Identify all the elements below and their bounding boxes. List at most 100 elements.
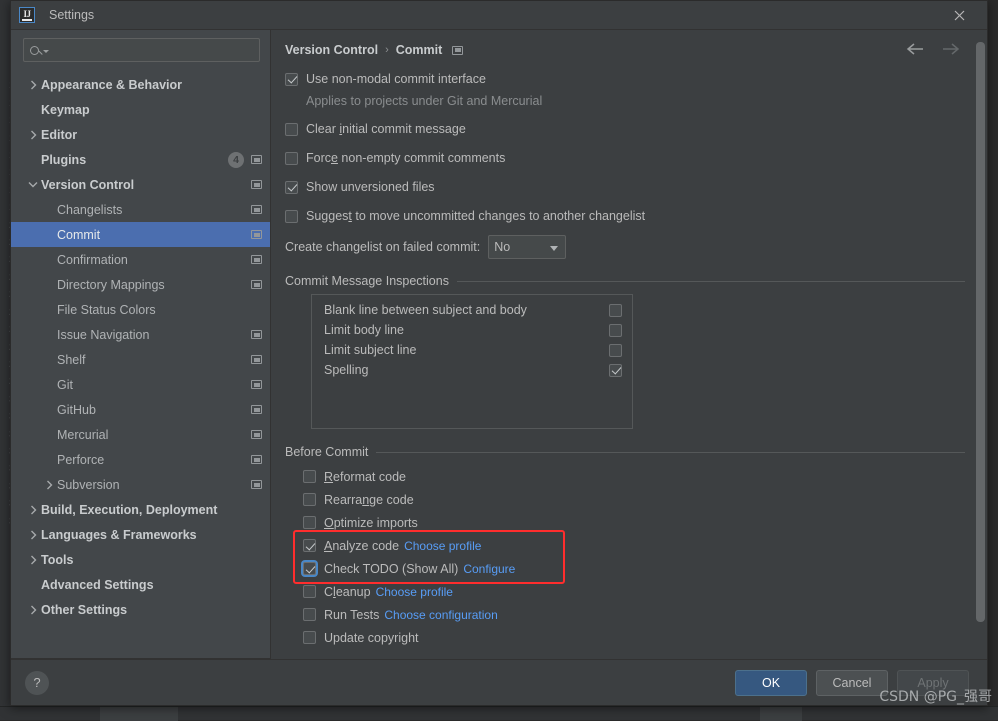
chevron-right-icon[interactable]: [25, 605, 41, 615]
link-choose-profile[interactable]: Choose profile: [404, 539, 481, 553]
link-choose-profile[interactable]: Choose profile: [376, 585, 453, 599]
scrollbar-thumb[interactable]: [976, 42, 985, 622]
sidebar-item-directory-mappings[interactable]: Directory Mappings: [11, 272, 270, 297]
arrow-right-icon[interactable]: [941, 39, 961, 59]
sidebar-item-shelf[interactable]: Shelf: [11, 347, 270, 372]
checkbox-cleanup[interactable]: [303, 585, 316, 598]
chevron-right-icon[interactable]: [25, 130, 41, 140]
inspection-row-spelling[interactable]: Spelling: [312, 360, 632, 380]
create-changelist-select[interactable]: No: [488, 235, 566, 259]
checkbox-row-use-non-modal-commit-interface[interactable]: Use non-modal commit interface: [285, 67, 965, 91]
checkbox-check-todo-show-all[interactable]: [303, 562, 316, 575]
sidebar-item-perforce[interactable]: Perforce: [11, 447, 270, 472]
commit-options-list: Use non-modal commit interfaceApplies to…: [285, 67, 965, 228]
sidebar-item-advanced-settings[interactable]: Advanced Settings: [11, 572, 270, 597]
arrow-left-icon[interactable]: [905, 39, 925, 59]
before-commit-row-cleanup[interactable]: CleanupChoose profile: [303, 580, 965, 603]
ok-button[interactable]: OK: [735, 670, 807, 696]
content-scrollbar[interactable]: [976, 34, 985, 655]
checkbox-row-show-unversioned-files[interactable]: Show unversioned files: [285, 175, 965, 199]
checkbox-run-tests[interactable]: [303, 608, 316, 621]
checkbox-use-non-modal-commit-interface[interactable]: [285, 73, 298, 86]
chevron-right-icon[interactable]: [25, 505, 41, 515]
inspection-row-blank-line-between-subject-and-body[interactable]: Blank line between subject and body: [312, 300, 632, 320]
sidebar-item-languages-frameworks[interactable]: Languages & Frameworks: [11, 522, 270, 547]
sidebar-item-label: GitHub: [57, 403, 96, 417]
breadcrumb-parent[interactable]: Version Control: [285, 43, 378, 57]
before-commit-row-analyze-code[interactable]: Analyze code Choose profile: [303, 534, 965, 557]
help-button[interactable]: ?: [25, 671, 49, 695]
checkbox-label: Clear initial commit message: [306, 122, 466, 136]
checkbox-show-unversioned-files[interactable]: [285, 181, 298, 194]
sidebar-item-github[interactable]: GitHub: [11, 397, 270, 422]
sidebar-item-confirmation[interactable]: Confirmation: [11, 247, 270, 272]
checkbox-force-non-empty-commit-comments[interactable]: [285, 152, 298, 165]
inspection-checkbox-limit-body-line[interactable]: [609, 324, 622, 337]
sidebar-item-mercurial[interactable]: Mercurial: [11, 422, 270, 447]
sidebar-item-other-settings[interactable]: Other Settings: [11, 597, 270, 622]
sidebar-item-git[interactable]: Git: [11, 372, 270, 397]
checkbox-clear-initial-commit-message[interactable]: [285, 123, 298, 136]
sidebar-item-commit[interactable]: Commit: [11, 222, 270, 247]
project-scope-icon: [251, 480, 262, 489]
sidebar-item-subversion[interactable]: Subversion: [11, 472, 270, 497]
cancel-button[interactable]: Cancel: [816, 670, 888, 696]
checkbox-row-clear-initial-commit-message[interactable]: Clear initial commit message: [285, 117, 965, 141]
sidebar-item-label: Build, Execution, Deployment: [41, 503, 217, 517]
search-box[interactable]: [23, 38, 260, 62]
checkbox-optimize-imports[interactable]: [303, 516, 316, 529]
before-commit-title: Before Commit: [285, 445, 368, 459]
inspection-name: Limit body line: [324, 323, 609, 337]
chevron-down-icon[interactable]: [25, 181, 41, 188]
project-scope-icon: [251, 405, 262, 414]
sidebar-item-tools[interactable]: Tools: [11, 547, 270, 572]
divider: [376, 452, 965, 453]
sidebar-item-version-control[interactable]: Version Control: [11, 172, 270, 197]
checkbox-row-force-non-empty-commit-comments[interactable]: Force non-empty commit comments: [285, 146, 965, 170]
settings-content-panel: Version Control › Commit Use non-m: [271, 30, 987, 659]
before-commit-row-optimize-imports[interactable]: Optimize imports: [303, 511, 965, 534]
sidebar-item-editor[interactable]: Editor: [11, 122, 270, 147]
checkbox-label: Analyze code: [324, 539, 399, 553]
sidebar-item-plugins[interactable]: Plugins4: [11, 147, 270, 172]
checkbox-analyze-code[interactable]: [303, 539, 316, 552]
project-scope-icon: [251, 455, 262, 464]
commit-message-inspections-group: Commit Message Inspections Blank line be…: [285, 274, 965, 429]
sidebar-item-label: Plugins: [41, 153, 86, 167]
sidebar-item-keymap[interactable]: Keymap: [11, 97, 270, 122]
checkbox-update-copyright[interactable]: [303, 631, 316, 644]
inspection-row-limit-body-line[interactable]: Limit body line: [312, 320, 632, 340]
link-choose-configuration[interactable]: Choose configuration: [384, 608, 497, 622]
close-icon[interactable]: [941, 1, 977, 30]
before-commit-row-rearrange-code[interactable]: Rearrange code: [303, 488, 965, 511]
link-configure[interactable]: Configure: [463, 562, 515, 576]
chevron-right-icon[interactable]: [25, 555, 41, 565]
before-commit-row-check-todo-show-all[interactable]: Check TODO (Show All)Configure: [303, 557, 965, 580]
checkbox-suggest-to-move-uncommitted-changes-to-another-changelist[interactable]: [285, 210, 298, 223]
inspection-row-limit-subject-line[interactable]: Limit subject line: [312, 340, 632, 360]
chevron-down-icon[interactable]: [43, 50, 49, 53]
before-commit-row-run-tests[interactable]: Run TestsChoose configuration: [303, 603, 965, 626]
inspection-checkbox-spelling[interactable]: [609, 364, 622, 377]
checkbox-reformat-code[interactable]: [303, 470, 316, 483]
chevron-right-icon[interactable]: [25, 530, 41, 540]
inspection-checkbox-blank-line-between-subject-and-body[interactable]: [609, 304, 622, 317]
chevron-right-icon[interactable]: [25, 80, 41, 90]
inspections-list[interactable]: Blank line between subject and body Limit…: [311, 294, 633, 429]
before-commit-row-reformat-code[interactable]: Reformat code: [303, 465, 965, 488]
checkbox-rearrange-code[interactable]: [303, 493, 316, 506]
sidebar-item-appearance-behavior[interactable]: Appearance & Behavior: [11, 72, 270, 97]
sidebar-item-changelists[interactable]: Changelists: [11, 197, 270, 222]
sidebar-item-label: Commit: [57, 228, 100, 242]
project-scope-icon: [251, 330, 262, 339]
chevron-right-icon[interactable]: [41, 480, 57, 490]
sidebar-item-issue-navigation[interactable]: Issue Navigation: [11, 322, 270, 347]
before-commit-row-update-copyright[interactable]: Update copyright: [303, 626, 965, 649]
inspection-checkbox-limit-subject-line[interactable]: [609, 344, 622, 357]
checkbox-label: Optimize imports: [324, 516, 418, 530]
sidebar-item-label: Tools: [41, 553, 73, 567]
sidebar-item-build-execution-deployment[interactable]: Build, Execution, Deployment: [11, 497, 270, 522]
checkbox-row-suggest-to-move-uncommitted-changes-to-another-changelist[interactable]: Suggest to move uncommitted changes to a…: [285, 204, 965, 228]
search-input[interactable]: [53, 42, 253, 58]
sidebar-item-file-status-colors[interactable]: File Status Colors: [11, 297, 270, 322]
